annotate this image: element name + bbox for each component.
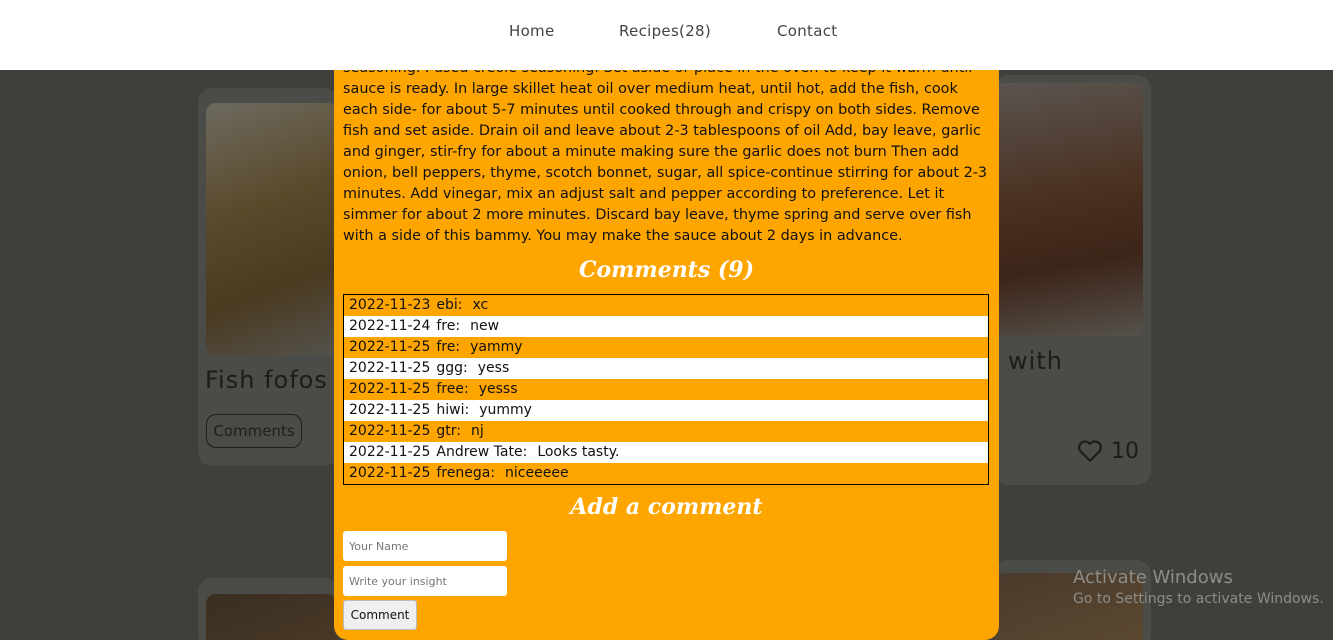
nav-contact-link[interactable]: Contact <box>777 22 837 40</box>
recipe-card-bottom-left[interactable] <box>198 578 338 640</box>
comment-row: 2022-11-24 fre: new <box>344 316 988 337</box>
comment-row: 2022-11-25 gtr: nj <box>344 421 988 442</box>
windows-activation-watermark: Activate Windows Go to Settings to activ… <box>1073 567 1324 607</box>
name-input[interactable] <box>343 531 507 561</box>
recipe-card-right[interactable]: with 10 <box>995 75 1151 485</box>
watermark-title: Activate Windows <box>1073 567 1233 588</box>
add-comment-heading: Add a comment <box>570 494 763 520</box>
comment-row: 2022-11-25 fre: yammy <box>344 337 988 358</box>
like-count: 10 <box>1111 439 1139 464</box>
comment-submit-button[interactable]: Comment <box>343 600 417 630</box>
recipe-card-fish-fofos[interactable]: Fish fofos Comments <box>198 88 338 466</box>
comment-row: 2022-11-25 hiwi: yummy <box>344 400 988 421</box>
recipe-instructions-text: seasoning. I used creole seasoning. Set … <box>343 60 988 244</box>
nav-recipes-link[interactable]: Recipes(28) <box>619 22 711 40</box>
recipe-card-title: with <box>1008 347 1063 375</box>
recipe-card-title: Fish fofos <box>205 366 328 394</box>
comment-row: 2022-11-25 ggg: yess <box>344 358 988 379</box>
recipe-card-image <box>995 83 1143 336</box>
comment-row: 2022-11-23 ebi: xc <box>344 295 988 316</box>
comments-heading: Comments (9) <box>578 257 755 283</box>
recipe-card-image <box>206 103 338 355</box>
recipe-comments-modal: seasoning. I used creole seasoning. Set … <box>334 40 999 640</box>
navbar: Home Recipes(28) Contact <box>0 0 1333 70</box>
comment-row: 2022-11-25 Andrew Tate: Looks tasty. <box>344 442 988 463</box>
insight-input[interactable] <box>343 566 507 596</box>
comment-row: 2022-11-25 frenega: niceeeee <box>344 463 988 484</box>
heart-icon[interactable] <box>1077 439 1103 463</box>
comments-button[interactable]: Comments <box>206 414 302 448</box>
watermark-subtitle: Go to Settings to activate Windows. <box>1073 591 1324 607</box>
recipe-card-image <box>206 594 338 640</box>
comment-list: 2022-11-23 ebi: xc 2022-11-24 fre: new 2022-… <box>343 294 989 485</box>
nav-home-link[interactable]: Home <box>509 22 555 40</box>
comment-row: 2022-11-25 free: yesss <box>344 379 988 400</box>
